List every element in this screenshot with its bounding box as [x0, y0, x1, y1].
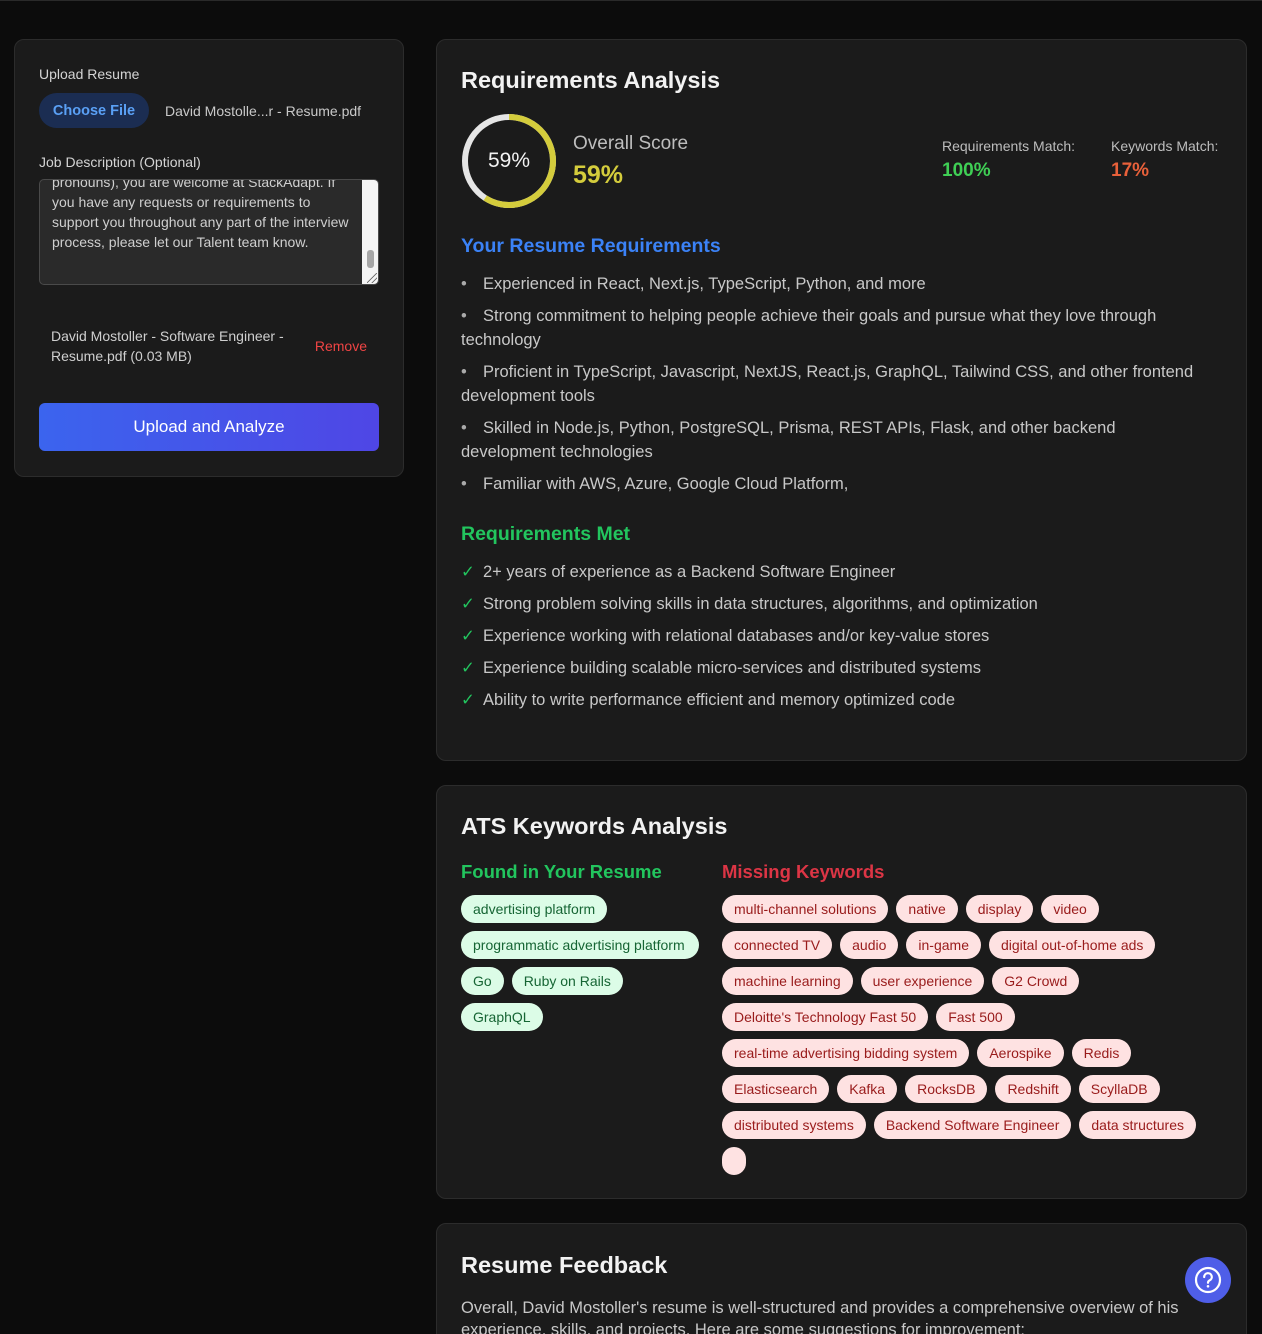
top-border — [0, 0, 1262, 1]
keyword-tag: digital out-of-home ads — [989, 931, 1156, 959]
keyword-tag: ScyllaDB — [1078, 1075, 1160, 1103]
keyword-tag: video — [1041, 895, 1099, 923]
missing-keywords-section: Missing Keywords multi-channel solutions… — [722, 861, 1202, 1175]
overall-score-value: 59% — [573, 161, 624, 189]
ats-keywords-card: ATS Keywords Analysis Found in Your Resu… — [436, 785, 1247, 1199]
met-text: Experience building scalable micro-servi… — [483, 659, 981, 677]
requirements-met-heading: Requirements Met — [461, 523, 631, 545]
met-text: Strong problem solving skills in data st… — [483, 595, 1038, 613]
list-item: ✓ 2+ years of experience as a Backend Sof… — [461, 560, 1201, 584]
keyword-tag: Elasticsearch — [722, 1075, 830, 1103]
list-item: Familiar with AWS, Azure, Google Cloud P… — [461, 472, 1201, 496]
selected-file-row: David Mostoller - Software Engineer - Re… — [39, 326, 379, 366]
keyword-tag: user experience — [860, 967, 985, 995]
job-description-text: pronouns), you are welcome at StackAdapt… — [52, 179, 349, 250]
keyword-tag: advertising platform — [461, 895, 608, 923]
check-icon: ✓ — [461, 691, 475, 709]
keyword-tag: Backend Software Engineer — [873, 1111, 1072, 1139]
keyword-tag: real-time advertising bidding system — [722, 1039, 970, 1067]
keyword-tag: connected TV — [722, 931, 833, 959]
keyword-tag: distributed systems — [722, 1111, 866, 1139]
keyword-tag: Fast 500 — [936, 1003, 1015, 1031]
keyword-tag: Ruby on Rails — [511, 967, 623, 995]
resume-feedback-card: Resume Feedback Overall, David Mostoller… — [436, 1223, 1247, 1334]
keyword-tag: Deloitte's Technology Fast 50 — [722, 1003, 929, 1031]
keywords-match-label: Keywords Match: — [1111, 138, 1219, 154]
list-item: Experienced in React, Next.js, TypeScrip… — [461, 272, 1201, 296]
keyword-tag: Aerospike — [977, 1039, 1064, 1067]
keyword-tag: audio — [840, 931, 899, 959]
keyword-tag: GraphQL — [461, 1003, 543, 1031]
check-icon: ✓ — [461, 627, 475, 645]
keyword-tag: Kafka — [837, 1075, 898, 1103]
textarea-scrollbar[interactable] — [362, 180, 378, 284]
scrollbar-thumb[interactable] — [367, 250, 374, 268]
keywords-match-value: 17% — [1111, 160, 1150, 181]
keyword-tag: programmatic advertising platform — [461, 931, 699, 959]
check-icon: ✓ — [461, 659, 475, 677]
overall-score-label: Overall Score — [573, 133, 689, 154]
check-icon: ✓ — [461, 563, 475, 581]
keyword-tag: in-game — [906, 931, 981, 959]
list-item: ✓ Strong problem solving skills in data s… — [461, 592, 1201, 616]
remove-file-button[interactable]: Remove — [315, 338, 367, 354]
list-item: ✓ Ability to write performance efficient … — [461, 688, 1201, 712]
file-input[interactable]: Choose File David Mostolle...r - Resume.… — [39, 93, 379, 128]
keyword-tag: Go — [461, 967, 504, 995]
gauge-score-text: 59% — [487, 149, 531, 172]
requirements-analysis-title: Requirements Analysis — [461, 67, 721, 93]
your-requirements-heading: Your Resume Requirements — [461, 235, 721, 257]
requirements-match: Requirements Match: 100% — [942, 138, 1075, 182]
list-item: Strong commitment to helping people achi… — [461, 304, 1201, 352]
requirements-match-label: Requirements Match: — [942, 138, 1076, 154]
requirements-met-list: ✓ 2+ years of experience as a Backend Sof… — [461, 560, 1201, 720]
found-keywords-tags: advertising platform programmatic advert… — [461, 895, 701, 1031]
missing-keywords-tags: multi-channel solutions native display v… — [722, 895, 1202, 1175]
keyword-tag-empty — [722, 1147, 746, 1175]
requirements-match-value: 100% — [942, 160, 991, 181]
list-item: ✓ Experience working with relational data… — [461, 624, 1201, 648]
keyword-tag: machine learning — [722, 967, 853, 995]
chosen-file-name: David Mostolle...r - Resume.pdf — [165, 102, 362, 119]
keyword-tag: display — [965, 895, 1034, 923]
ats-keywords-title: ATS Keywords Analysis — [461, 813, 728, 839]
resume-feedback-text: Overall, David Mostoller's resume is wel… — [461, 1299, 1179, 1334]
help-circle-icon — [1194, 1266, 1222, 1294]
your-requirements-list: Experienced in React, Next.js, TypeScrip… — [461, 272, 1201, 504]
upload-and-analyze-button[interactable]: Upload and Analyze — [39, 403, 379, 451]
help-button[interactable] — [1185, 1257, 1231, 1303]
keyword-tag: RocksDB — [905, 1075, 988, 1103]
requirements-analysis-card: Requirements Analysis 59% Overall Score … — [436, 39, 1247, 761]
keyword-tag: native — [896, 895, 958, 923]
met-text: Experience working with relational datab… — [483, 627, 990, 645]
keywords-match: Keywords Match: 17% — [1111, 138, 1218, 182]
found-keywords-section: Found in Your Resume advertising platfor… — [461, 861, 701, 1031]
job-description-label: Job Description (Optional) — [39, 154, 201, 170]
list-item: Skilled in Node.js, Python, PostgreSQL, … — [461, 416, 1201, 464]
resize-handle[interactable] — [367, 273, 377, 283]
keyword-tag: multi-channel solutions — [722, 895, 889, 923]
found-keywords-heading: Found in Your Resume — [461, 861, 662, 882]
selected-file-name: David Mostoller - Software Engineer - Re… — [51, 328, 284, 364]
met-text: Ability to write performance efficient a… — [483, 691, 955, 709]
keyword-tag: Redshift — [995, 1075, 1071, 1103]
keyword-tag: Redis — [1071, 1039, 1132, 1067]
upload-panel: Upload Resume Choose File David Mostolle… — [14, 39, 404, 477]
list-item: ✓ Experience building scalable micro-serv… — [461, 656, 1201, 680]
resume-feedback-title: Resume Feedback — [461, 1252, 668, 1278]
met-text: 2+ years of experience as a Backend Soft… — [483, 563, 896, 581]
keyword-tag: data structures — [1079, 1111, 1196, 1139]
check-icon: ✓ — [461, 595, 475, 613]
choose-file-button[interactable]: Choose File — [39, 93, 149, 128]
missing-keywords-heading: Missing Keywords — [722, 861, 885, 882]
upload-resume-label: Upload Resume — [39, 66, 140, 82]
list-item: Proficient in TypeScript, Javascript, Ne… — [461, 360, 1201, 408]
keyword-tag: G2 Crowd — [992, 967, 1080, 995]
job-description-textarea[interactable]: pronouns), you are welcome at StackAdapt… — [39, 179, 379, 285]
